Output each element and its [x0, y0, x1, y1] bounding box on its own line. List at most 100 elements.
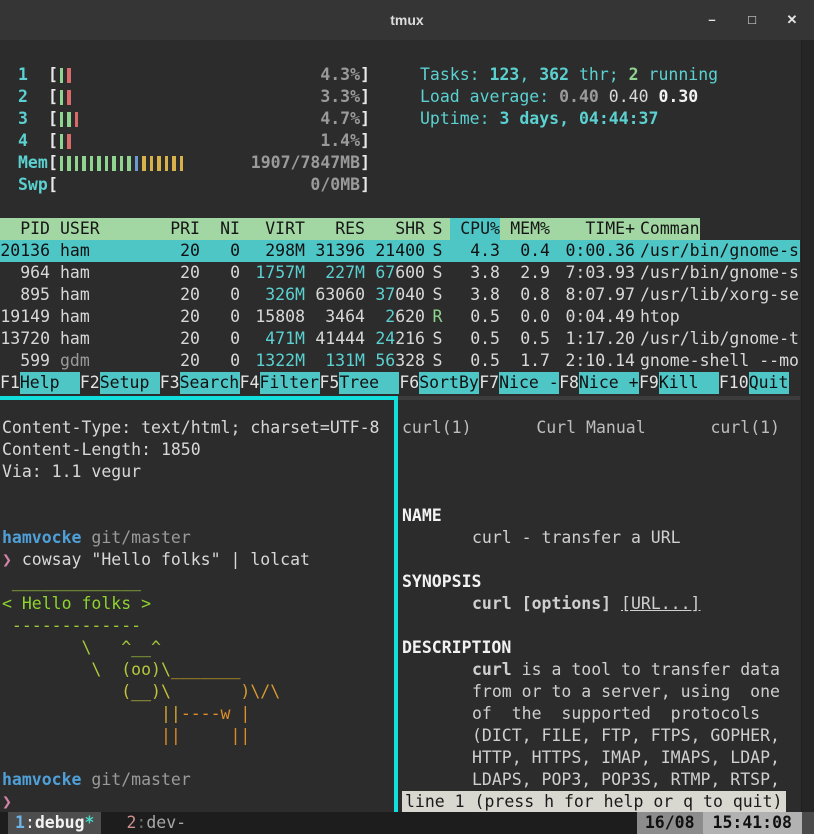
terminal-line [402, 549, 802, 571]
column-header-res[interactable]: RES [305, 218, 365, 240]
cow-art-line: ||----w | [2, 703, 394, 725]
process-table-header: PIDUSERPRINIVIRTRESSHRSCPU%MEM%TIME+Comm… [0, 218, 700, 240]
terminal-line [402, 483, 802, 505]
process-cell: 895 [0, 284, 50, 306]
fkey-f2[interactable]: F2Setup [80, 372, 160, 394]
fkey-f7[interactable]: F7Nice - [479, 372, 559, 394]
process-row[interactable]: 13720ham200471M4144424216S0.50.51:17.20/… [0, 328, 800, 350]
prompt-input-line[interactable]: ❯ [2, 791, 394, 812]
terminal-area: 1[4.3%]2[3.3%]3[4.7%]4[1.4%]Mem[1907/784… [0, 40, 814, 812]
meter-open-bracket: [ [48, 130, 58, 152]
text-segment: ----w | [181, 704, 251, 723]
tmux-window-tab-debug[interactable]: 1:debug* [8, 812, 101, 834]
process-cell: gdm [50, 350, 150, 372]
titlebar: tmux –□✕ [0, 0, 814, 41]
column-header-user[interactable]: USER [50, 218, 150, 240]
text-segment: curl(1) [710, 417, 780, 439]
text-segment: curl [options] [472, 594, 621, 613]
column-header-cpu[interactable]: CPU% [450, 218, 500, 240]
fkey-f1[interactable]: F1Help [0, 372, 80, 394]
meter-bar [90, 156, 94, 171]
column-header-command[interactable]: Command [635, 218, 700, 240]
meter-bars [58, 67, 320, 83]
meter-bars [58, 155, 251, 171]
fkey-number: F3 [160, 372, 180, 394]
process-cell: 8:07.97 [550, 284, 635, 306]
meter-close-bracket: ] [360, 86, 370, 108]
tmux-window-tab-dev[interactable]: 2:dev- [119, 812, 193, 834]
text-segment: 56 [375, 351, 395, 370]
status-date: 16/08 [637, 812, 703, 834]
fkey-f10[interactable]: F10Quit [719, 372, 789, 394]
column-header-shr[interactable]: SHR [365, 218, 425, 240]
maximize-icon: □ [748, 12, 756, 27]
meter-label: 3 [18, 108, 48, 130]
meter-bar [60, 156, 64, 171]
shell-pane[interactable]: Content-Type: text/html; charset=UTF-8Co… [0, 400, 394, 812]
fkey-label: Search [180, 372, 240, 394]
process-row[interactable]: 964ham2001757M227M67600S3.82.97:03.93/us… [0, 262, 800, 284]
fkey-f4[interactable]: F4Filter [240, 372, 320, 394]
column-header-s[interactable]: S [425, 218, 450, 240]
process-cell: 0 [200, 306, 240, 328]
man-body-line: LDAPS, POP3, POP3S, RTMP, RTSP, [402, 769, 802, 791]
text-segment: [URL...] [621, 594, 700, 613]
htop-function-key-bar: F1Help F2Setup F3SearchF4FilterF5Tree F6… [0, 372, 789, 394]
fkey-label: Nice + [579, 372, 639, 394]
column-header-mem[interactable]: MEM% [500, 218, 550, 240]
fkey-number: F8 [559, 372, 579, 394]
meter-bar [112, 156, 116, 171]
process-cell: 20 [150, 350, 200, 372]
meter-close-bracket: ] [360, 152, 370, 174]
minimize-button[interactable]: – [704, 9, 720, 31]
fkey-f3[interactable]: F3Search [160, 372, 240, 394]
meter-value: 0/0MB [310, 174, 360, 196]
meter-bar [60, 90, 64, 105]
meter-bar [67, 156, 71, 171]
column-header-pid[interactable]: PID [0, 218, 50, 240]
terminal-line: Content-Type: text/html; charset=UTF-8 [2, 417, 394, 439]
process-row[interactable]: 599gdm2001322M131M56328S0.51.72:10.14gno… [0, 350, 800, 372]
fkey-f6[interactable]: F6SortBy [399, 372, 479, 394]
man-page-pane[interactable]: curl(1)Curl Manualcurl(1)NAMEcurl - tran… [398, 400, 802, 812]
fkey-f8[interactable]: F8Nice + [559, 372, 639, 394]
process-row[interactable]: 20136ham200298M3139621400S4.30.40:00.36/… [0, 240, 800, 262]
process-cell: 0.8 [500, 284, 550, 306]
column-header-pri[interactable]: PRI [150, 218, 200, 240]
meter-bars [58, 111, 320, 127]
cow-art-line: (__)\ )\/\ [2, 681, 394, 703]
meter-bar [105, 156, 109, 171]
column-header-virt[interactable]: VIRT [240, 218, 305, 240]
meter-bars [58, 177, 310, 193]
process-row[interactable]: 895ham200326M6306037040S3.80.88:07.97/us… [0, 284, 800, 306]
meter-close-bracket: ] [360, 108, 370, 130]
process-cell: 131M [305, 350, 365, 372]
meter-bar [97, 156, 101, 171]
process-cell: 2.9 [500, 262, 550, 284]
meter-value: 1907/7847MB [251, 152, 360, 174]
text-segment: from or to a server, using one [472, 682, 780, 701]
cpu-meter-row: Mem[1907/7847MB] [18, 152, 370, 174]
meter-bar [60, 68, 64, 83]
process-row[interactable]: 19149ham2001580834642620R0.50.00:04.49ht… [0, 306, 800, 328]
column-header-ni[interactable]: NI [200, 218, 240, 240]
process-cell: 0.5 [450, 350, 500, 372]
process-cell: 67600 [365, 262, 425, 284]
process-cell: /usr/lib/gnome-te [635, 328, 800, 350]
process-cell: 2:10.14 [550, 350, 635, 372]
process-cell: 19149 [0, 306, 50, 328]
man-body-line: from or to a server, using one [402, 681, 802, 703]
column-header-time[interactable]: TIME+ [550, 218, 635, 240]
process-cell: 3.8 [450, 262, 500, 284]
fkey-number: F6 [399, 372, 419, 394]
process-cell: 13720 [0, 328, 50, 350]
fkey-f5[interactable]: F5Tree [320, 372, 400, 394]
maximize-button[interactable]: □ [744, 9, 760, 31]
close-button[interactable]: ✕ [784, 9, 800, 31]
fkey-f9[interactable]: F9Kill [639, 372, 719, 394]
meter-bar [60, 112, 64, 127]
terminal-line [402, 461, 802, 483]
text-segment: < Hello folks > [2, 594, 151, 613]
meter-value: 4.7% [320, 108, 360, 130]
text-segment: of the supported protocols [472, 704, 760, 723]
